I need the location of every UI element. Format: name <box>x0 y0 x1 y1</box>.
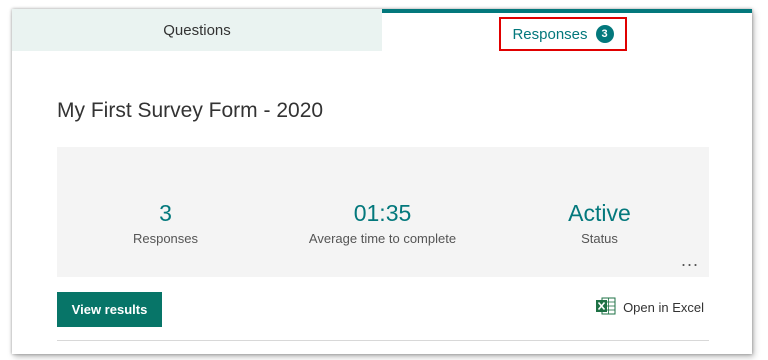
open-in-excel-link[interactable]: Open in Excel <box>596 297 704 318</box>
stat-average-time-label: Average time to complete <box>308 231 457 246</box>
tab-questions-label: Questions <box>163 21 231 39</box>
form-title: My First Survey Form - 2020 <box>57 99 324 122</box>
stat-responses: 3 Responses <box>57 199 274 246</box>
tab-responses[interactable]: Responses 3 <box>382 9 752 51</box>
stat-average-time: 01:35 Average time to complete <box>274 199 491 246</box>
open-in-excel-label: Open in Excel <box>623 300 704 315</box>
more-options-button[interactable]: ... <box>681 250 699 271</box>
stat-average-time-value: 01:35 <box>353 200 412 226</box>
tab-questions[interactable]: Questions <box>12 9 382 51</box>
excel-icon <box>596 297 616 318</box>
stats-card: 3 Responses 01:35 Average time to comple… <box>57 147 709 277</box>
responses-highlight-box: Responses 3 <box>499 17 627 51</box>
stat-status-value: Active <box>568 200 631 226</box>
forms-window: Questions Responses 3 My First Survey Fo… <box>12 9 752 354</box>
divider <box>57 340 709 341</box>
responses-count-badge: 3 <box>595 25 614 43</box>
stat-status-label: Status <box>581 231 618 246</box>
tab-responses-label: Responses <box>512 25 588 43</box>
stat-status: Active Status <box>491 199 708 246</box>
stat-responses-label: Responses <box>132 231 199 246</box>
view-results-button[interactable]: View results <box>57 292 162 327</box>
stat-responses-value: 3 <box>159 200 172 226</box>
